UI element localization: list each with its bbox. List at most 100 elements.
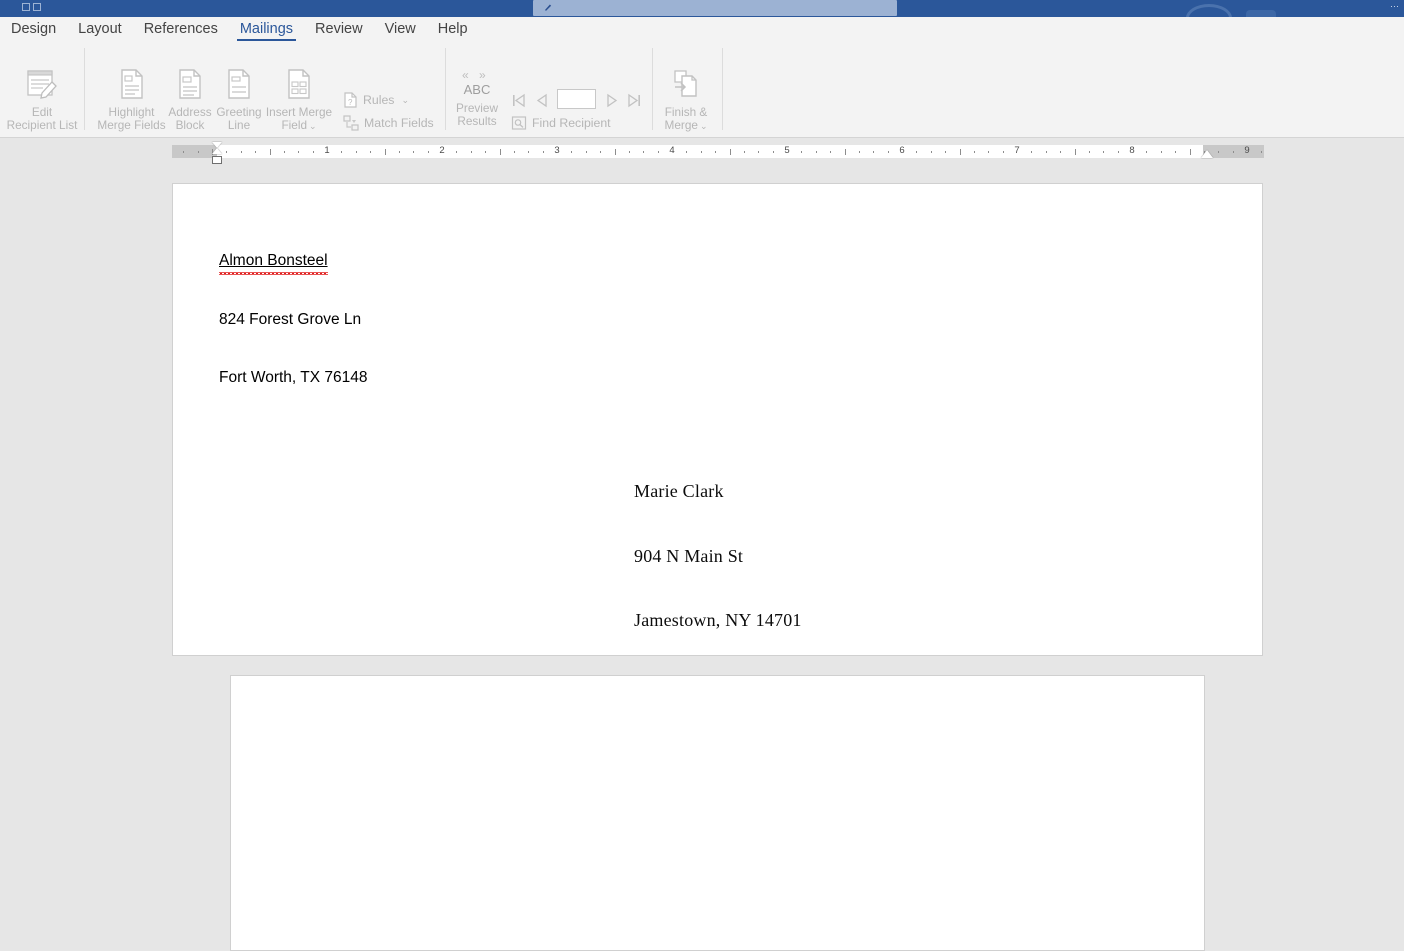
- account-arc-decoration: [1186, 4, 1232, 17]
- address-block-icon: [179, 69, 201, 99]
- ruler-tick: [312, 151, 314, 153]
- tab-layout[interactable]: Layout: [67, 17, 133, 42]
- match-fields-label: Match Fields: [364, 116, 434, 130]
- ruler-tick: [614, 149, 616, 155]
- ruler-tick: [945, 151, 947, 153]
- chevron-down-icon[interactable]: ⌄: [700, 121, 708, 131]
- last-record-icon: [628, 93, 640, 108]
- ruler-ticks: 1 2 3 4 5 6 7 8 9: [172, 145, 1264, 158]
- overflow-dots-icon[interactable]: ⋯: [1390, 1, 1400, 12]
- record-number-input[interactable]: [557, 89, 596, 109]
- next-record-button[interactable]: [604, 92, 620, 109]
- ruler-tick: [1232, 151, 1234, 153]
- insert-merge-field-button[interactable]: Insert Merge Field ⌄: [258, 68, 340, 132]
- ruler-tick: [1088, 151, 1090, 153]
- ruler-tick: [456, 151, 458, 153]
- edit-recipient-list-button[interactable]: Edit Recipient List: [2, 68, 82, 131]
- ruler-tick: [370, 151, 372, 153]
- preview-results-label-1: Preview: [456, 101, 498, 115]
- ruler-tick: [873, 151, 875, 153]
- hanging-indent-marker[interactable]: [212, 148, 222, 154]
- ruler-tick: [240, 151, 242, 153]
- tab-design[interactable]: Design: [0, 17, 67, 42]
- ruler-tick: [959, 149, 961, 155]
- right-indent-marker[interactable]: [1201, 150, 1213, 158]
- ruler-tick: [1031, 151, 1033, 153]
- ruler[interactable]: 1 2 3 4 5 6 7 8 9: [0, 138, 1404, 164]
- document-canvas[interactable]: Almon Bonsteel 824 Forest Grove Ln Fort …: [0, 164, 1404, 951]
- tab-help[interactable]: Help: [427, 17, 479, 42]
- ruler-tick: [197, 151, 199, 153]
- ruler-tick: [255, 151, 257, 153]
- ruler-tick: [513, 151, 515, 153]
- ruler-tick: [729, 149, 731, 155]
- tab-references[interactable]: References: [133, 17, 229, 42]
- ruler-tick: [858, 151, 860, 153]
- finish-and-merge-label-2: Merge ⌄: [657, 117, 715, 133]
- ruler-number: 9: [1244, 145, 1250, 156]
- ruler-tick: [715, 151, 717, 153]
- ruler-tick: [1160, 151, 1162, 153]
- address-block-label-1: Address: [168, 105, 212, 119]
- ruler-tick: [887, 151, 889, 153]
- envelope-page[interactable]: Almon Bonsteel 824 Forest Grove Ln Fort …: [172, 183, 1263, 656]
- previous-record-button[interactable]: [534, 92, 550, 109]
- edit-recipient-list-label-2: Recipient List: [6, 117, 78, 132]
- ruler-number: 8: [1129, 145, 1135, 156]
- finish-and-merge-button[interactable]: Finish & Merge ⌄: [657, 68, 715, 132]
- ruler-number: 2: [439, 145, 445, 156]
- ruler-tick: [413, 151, 415, 153]
- ruler-tick: [183, 151, 185, 153]
- insert-merge-field-icon: [288, 69, 310, 99]
- quick-access-toolbar[interactable]: [22, 3, 48, 12]
- save-icon[interactable]: [22, 3, 30, 11]
- ruler-tick: [1002, 151, 1004, 153]
- misspelled-word[interactable]: Almon Bonsteel: [219, 251, 328, 274]
- tab-mailings[interactable]: Mailings: [229, 17, 304, 42]
- ruler-tick: [341, 151, 343, 153]
- return-address-line-1: Almon Bonsteel: [219, 251, 367, 274]
- search-input[interactable]: [533, 0, 897, 16]
- highlight-merge-fields-label-2: Merge Fields: [97, 117, 166, 132]
- ruler-tick: [384, 149, 386, 155]
- rules-label: Rules: [363, 93, 395, 107]
- delivery-address-line-1: Marie Clark: [634, 481, 724, 501]
- find-recipient-icon: [511, 116, 527, 130]
- highlight-merge-fields-button[interactable]: Highlight Merge Fields: [93, 68, 170, 131]
- chevron-down-icon[interactable]: ⌄: [401, 95, 409, 106]
- chevron-down-icon[interactable]: ⌄: [309, 121, 317, 131]
- address-block-button[interactable]: Address Block: [163, 68, 217, 131]
- match-fields-button[interactable]: Match Fields: [343, 115, 434, 131]
- finish-and-merge-label-2-text: Merge: [664, 117, 698, 132]
- tab-view[interactable]: View: [374, 17, 427, 42]
- ruler-number: 5: [784, 145, 790, 156]
- rules-button[interactable]: ? Rules ⌄: [343, 92, 409, 108]
- return-address-line-2: 824 Forest Grove Ln: [219, 310, 362, 328]
- return-address[interactable]: Almon Bonsteel 824 Forest Grove Ln Fort …: [219, 212, 367, 427]
- ruler-tick: [1189, 149, 1191, 155]
- first-record-icon: [513, 93, 525, 108]
- svg-text:«: «: [462, 68, 469, 82]
- ruler-tick: [571, 151, 573, 153]
- undo-icon[interactable]: [33, 3, 41, 11]
- ruler-tick: [499, 149, 501, 155]
- letter-page[interactable]: [230, 675, 1205, 951]
- group-separator: [722, 48, 723, 130]
- ruler-tick: [470, 151, 472, 153]
- delivery-address[interactable]: Marie Clark 904 N Main St Jamestown, NY …: [634, 438, 802, 675]
- preview-results-button[interactable]: « » ABC Preview Results: [452, 66, 502, 127]
- ruler-tick: [1060, 151, 1062, 153]
- ruler-tick: [226, 151, 228, 153]
- first-record-button[interactable]: [511, 92, 527, 109]
- left-indent-marker[interactable]: [212, 156, 222, 164]
- window-controls-partial[interactable]: [1246, 10, 1276, 17]
- ruler-tick: [600, 151, 602, 153]
- ribbon-body: Edit Recipient List erge Highlight Merge…: [0, 42, 1404, 178]
- ruler-number: 4: [669, 145, 675, 156]
- last-record-button[interactable]: [626, 92, 642, 109]
- ribbon-tab-strip: Design Layout References Mailings Review…: [0, 17, 479, 42]
- ruler-tick: [528, 151, 530, 153]
- find-recipient-button[interactable]: Find Recipient: [511, 115, 611, 131]
- tab-review[interactable]: Review: [304, 17, 374, 42]
- ruler-tick: [686, 151, 688, 153]
